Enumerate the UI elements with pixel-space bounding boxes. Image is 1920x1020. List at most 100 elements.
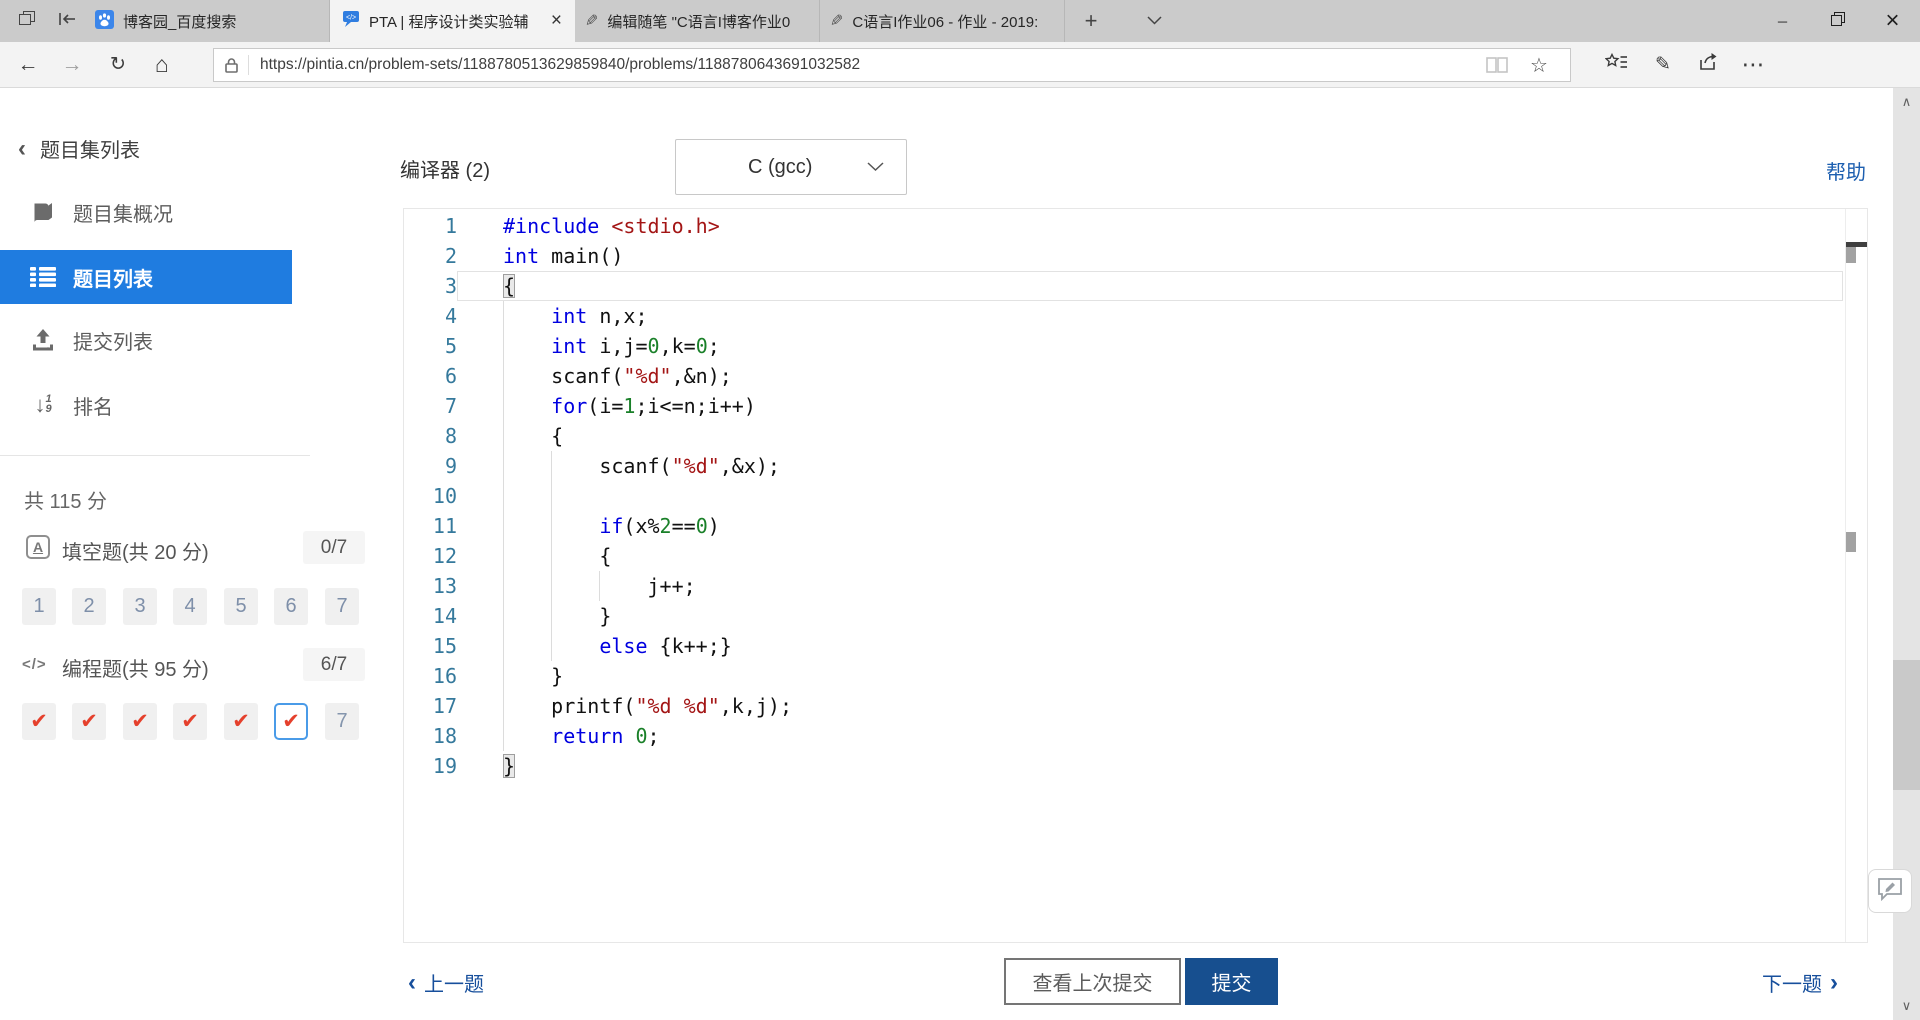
url-text[interactable]: https://pintia.cn/problem-sets/118878051… [260,56,860,74]
scroll-down-icon[interactable]: ∨ [1893,994,1920,1018]
code-line[interactable]: 2 int main() [404,241,1843,271]
code-line[interactable]: 4 int n,x; [404,301,1843,331]
chevron-down-icon [867,162,884,172]
reading-view-icon[interactable] [1482,49,1512,81]
editor-scrollbar-thumb[interactable] [1846,247,1856,263]
new-tab-button[interactable]: + [1072,0,1110,42]
prog-problem-4[interactable]: ✔ [173,703,207,740]
fill-problem-6[interactable]: 6 [274,588,308,625]
code-line[interactable]: 8 { [404,421,1843,451]
prev-problem-link[interactable]: ‹ 上一题 [408,968,484,997]
code-editor[interactable]: 1 #include <stdio.h> 2 int main() 3{4 int n,… [403,208,1868,943]
fill-problem-4[interactable]: 4 [173,588,207,625]
check-icon: ✔ [80,710,98,733]
pta-icon: </> [340,10,360,33]
book-icon [30,201,56,223]
code-line[interactable]: 5 int i,j=0,k=0; [404,331,1843,361]
minimize-button[interactable]: ─ [1755,0,1810,42]
tab-menu-button[interactable] [1135,0,1173,42]
feedback-bubble-icon [1877,877,1903,906]
code-line[interactable]: 7 for(i=1;i<=n;i++) [404,391,1843,421]
sidebar-item-problem-list[interactable]: 题目列表 [0,250,292,304]
set-tabs-aside-button[interactable] [48,0,86,42]
sidebar-item-label: 题目列表 [73,268,153,291]
web-notes-button[interactable]: ✎ [1645,42,1681,87]
help-link[interactable]: 帮助 [1785,156,1866,185]
code-line[interactable]: 3{ [404,271,1843,301]
code-line[interactable]: 14 } [404,601,1843,631]
code-line[interactable]: 9 scanf("%d",&x); [404,451,1843,481]
code-lines[interactable]: 1 #include <stdio.h> 2 int main() 3{4 int n,… [404,211,1843,781]
fill-problem-3[interactable]: 3 [123,588,157,625]
sidebar-item-label: 提交列表 [73,331,153,354]
code-line[interactable]: 11 if(x%2==0) [404,511,1843,541]
fill-problem-1[interactable]: 1 [22,588,56,625]
scroll-up-icon[interactable]: ∧ [1893,90,1920,114]
code-line[interactable]: 10 [404,481,1843,511]
code-line[interactable]: 12 { [404,541,1843,571]
tab-pta-active[interactable]: </> PTA | 程序设计类实验辅 × [330,0,575,42]
fill-blank-icon: A [26,535,50,559]
favorites-hub-button[interactable] [1596,42,1636,87]
chevron-right-icon: › [1830,968,1838,996]
prog-problem-5[interactable]: ✔ [224,703,258,740]
line-number: 11 [432,514,457,538]
prev-problem-label: 上一题 [424,974,484,996]
prog-problem-3[interactable]: ✔ [123,703,157,740]
submit-button[interactable]: 提交 [1185,958,1278,1005]
browser-window: 博客园_百度搜索 </> PTA | 程序设计类实验辅 × ✎ 编辑随笔 "C语… [0,0,1920,1020]
view-last-submission-button[interactable]: 查看上次提交 [1004,958,1181,1005]
prog-problem-6-current[interactable]: ✔ [274,703,308,740]
code-line[interactable]: 17 printf("%d %d",k,j); [404,691,1843,721]
code-line[interactable]: 18 return 0; [404,721,1843,751]
back-to-problem-sets[interactable]: ‹ 题目集列表 [18,134,140,163]
next-problem-link[interactable]: 下一题 › [1762,968,1838,997]
tab-preview-button[interactable] [8,0,46,42]
fill-problem-5[interactable]: 5 [224,588,258,625]
code-line[interactable]: 1 #include <stdio.h> [404,211,1843,241]
share-button[interactable] [1690,42,1726,87]
tab-close-icon[interactable]: × [548,10,565,32]
favorite-star-button[interactable]: ☆ [1524,49,1554,81]
refresh-button[interactable]: ↻ [100,42,136,87]
svg-text:</>: </> [346,14,356,21]
maximize-button[interactable] [1810,0,1865,42]
code-line[interactable]: 16 } [404,661,1843,691]
line-number: 13 [432,574,457,598]
more-button[interactable]: ⋯ [1735,42,1771,87]
code-line[interactable]: 13 j++; [404,571,1843,601]
fill-problem-2[interactable]: 2 [72,588,106,625]
fill-problem-7[interactable]: 7 [325,588,359,625]
feedback-button[interactable] [1868,869,1912,913]
sidebar-item-overview[interactable]: 题目集概况 [0,185,292,239]
tab-homework[interactable]: ✎ C语言I作业06 - 作业 - 2019: [820,0,1065,42]
code-line[interactable]: 15 else {k++;} [404,631,1843,661]
pen-icon: ✎ [585,13,599,30]
compiler-select[interactable]: C (gcc) [675,139,907,195]
code-section-icon: </> [22,656,47,673]
back-button[interactable]: ← [10,42,46,87]
tab-blog-search[interactable]: 博客园_百度搜索 [85,0,330,42]
line-number: 12 [432,544,457,568]
page-scrollbar-thumb[interactable] [1893,660,1920,790]
baidu-icon [95,9,114,33]
line-number: 16 [432,664,457,688]
editor-scrollbar-thumb[interactable] [1846,532,1856,552]
code-line[interactable]: 19} [404,751,1843,781]
sidebar-item-submissions[interactable]: 提交列表 [0,313,292,367]
tab-edit-post[interactable]: ✎ 编辑随笔 "C语言I博客作业0 [575,0,820,42]
code-line[interactable]: 6 scanf("%d",&n); [404,361,1843,391]
fill-blank-label: 填空题(共 20 分) [62,542,209,564]
compiler-label: 编译器 (2) [400,160,490,182]
prog-problem-7[interactable]: 7 [325,703,359,740]
check-icon: ✔ [30,710,48,733]
home-button[interactable]: ⌂ [144,42,180,87]
list-icon [30,267,56,287]
forward-button[interactable]: → [54,42,90,87]
address-toolbar: ← → ↻ ⌂ https://pintia.cn/problem-sets/1… [0,42,1920,88]
sidebar-item-ranking[interactable]: ↓ 1 9 排名 [0,378,292,432]
close-button[interactable]: × [1865,0,1920,42]
url-box[interactable]: https://pintia.cn/problem-sets/118878051… [213,48,1571,82]
prog-problem-1[interactable]: ✔ [22,703,56,740]
prog-problem-2[interactable]: ✔ [72,703,106,740]
